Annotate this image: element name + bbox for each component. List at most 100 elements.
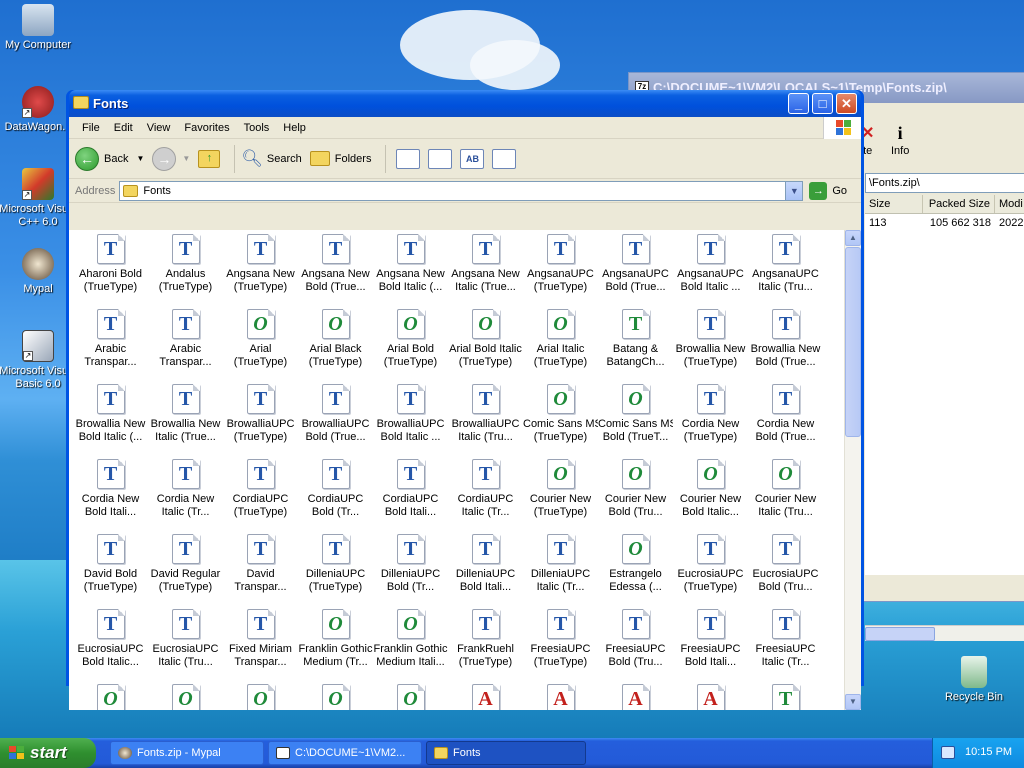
font-item[interactable]: O Franklin Gothic Medium Itali...	[373, 605, 448, 680]
menu-file[interactable]: File	[75, 120, 107, 136]
font-item[interactable]: T Cordia New Italic (Tr...	[148, 455, 223, 530]
zip-file-list[interactable]: Size Packed Size Modi 113 105 662 318 20…	[865, 195, 1024, 575]
font-item[interactable]: T EucrosiaUPC Italic (Tru...	[148, 605, 223, 680]
font-item[interactable]: T Cordia New Bold Itali...	[73, 455, 148, 530]
view-filmstrip-button[interactable]	[396, 148, 421, 169]
font-item[interactable]: T EucrosiaUPC (TrueType)	[673, 530, 748, 605]
font-item[interactable]: O Courier New Italic (Tru...	[748, 455, 823, 530]
font-item[interactable]: T Andalus (TrueType)	[148, 230, 223, 305]
font-item[interactable]: O Arial Bold Italic (TrueType)	[448, 305, 523, 380]
font-item[interactable]: T DilleniaUPC Bold Itali...	[448, 530, 523, 605]
font-item[interactable]: O Arial Bold (TrueType)	[373, 305, 448, 380]
scroll-up-button[interactable]: ▲	[845, 230, 861, 246]
font-item[interactable]: O Courier New (TrueType)	[523, 455, 598, 530]
font-item[interactable]: T Browallia New Italic (True...	[148, 380, 223, 455]
font-item[interactable]: T Angsana New Bold (True...	[298, 230, 373, 305]
zip-address-field[interactable]: \Fonts.zip\	[865, 173, 1024, 193]
search-button[interactable]: 🔍︎ Search	[241, 149, 301, 169]
font-item[interactable]: T Angsana New (TrueType)	[223, 230, 298, 305]
forward-button[interactable]: → ▼	[152, 146, 190, 171]
font-item[interactable]: T FrankRuehl (TrueType)	[448, 605, 523, 680]
font-item[interactable]: T EucrosiaUPC Bold Italic...	[73, 605, 148, 680]
font-item[interactable]: O	[148, 680, 223, 710]
up-folder-button[interactable]: ↑	[198, 149, 221, 168]
taskbar-item-fonts[interactable]: Fonts	[426, 741, 586, 765]
scroll-down-button[interactable]: ▼	[845, 694, 861, 710]
desktop-icon-my-computer[interactable]: My Computer	[0, 4, 78, 52]
font-item[interactable]: T AngsanaUPC Bold (True...	[598, 230, 673, 305]
font-item[interactable]: T Fixed Miriam Transpar...	[223, 605, 298, 680]
font-item[interactable]: T DilleniaUPC Italic (Tr...	[523, 530, 598, 605]
address-field[interactable]: Fonts ▼	[119, 180, 804, 201]
fonts-list[interactable]: T Aharoni Bold (TrueType) T Andalus (TrueType…	[69, 230, 845, 710]
font-item[interactable]: T DilleniaUPC Bold (Tr...	[373, 530, 448, 605]
taskbar-item-mypal[interactable]: Fonts.zip - Mypal	[110, 741, 264, 765]
zip-horizontal-scrollbar[interactable]	[865, 625, 1024, 641]
scroll-thumb[interactable]	[865, 627, 935, 641]
go-button[interactable]: → Go	[809, 181, 847, 200]
font-item[interactable]: A	[448, 680, 523, 710]
font-item[interactable]: T FreesiaUPC Bold Itali...	[673, 605, 748, 680]
font-item[interactable]: O Courier New Bold (Tru...	[598, 455, 673, 530]
zip-list-row[interactable]: 113 105 662 318 2022-	[865, 214, 1024, 232]
font-item[interactable]: T Arabic Transpar...	[148, 305, 223, 380]
view-details-button[interactable]	[492, 148, 517, 169]
vertical-scrollbar[interactable]: ▲ ▼	[844, 230, 861, 710]
font-item[interactable]: O Estrangelo Edessa (...	[598, 530, 673, 605]
font-item[interactable]: T DilleniaUPC (TrueType)	[298, 530, 373, 605]
font-item[interactable]: T FreesiaUPC (TrueType)	[523, 605, 598, 680]
column-packed-size[interactable]: Packed Size	[923, 195, 995, 213]
menu-edit[interactable]: Edit	[107, 120, 140, 136]
start-button[interactable]: start	[0, 738, 96, 768]
column-modified[interactable]: Modi	[995, 195, 1024, 213]
font-item[interactable]: T BrowalliaUPC (TrueType)	[223, 380, 298, 455]
font-item[interactable]: O Franklin Gothic Medium (Tr...	[298, 605, 373, 680]
font-item[interactable]: T Angsana New Italic (True...	[448, 230, 523, 305]
font-item[interactable]: T Cordia New (TrueType)	[673, 380, 748, 455]
font-item[interactable]: T CordiaUPC Bold Itali...	[373, 455, 448, 530]
fonts-window[interactable]: Fonts _ □ ✕ File Edit View Favorites Too…	[66, 90, 864, 710]
font-item[interactable]: T Arabic Transpar...	[73, 305, 148, 380]
font-item[interactable]: O Arial (TrueType)	[223, 305, 298, 380]
title-bar[interactable]: Fonts _ □ ✕	[69, 90, 861, 117]
network-icon[interactable]	[941, 746, 955, 759]
menu-tools[interactable]: Tools	[237, 120, 277, 136]
font-item[interactable]: O Arial Italic (TrueType)	[523, 305, 598, 380]
close-button[interactable]: ✕	[836, 93, 857, 114]
minimize-button[interactable]: _	[788, 93, 809, 114]
menu-view[interactable]: View	[140, 120, 178, 136]
font-item[interactable]: O Arial Black (TrueType)	[298, 305, 373, 380]
font-item[interactable]: A	[523, 680, 598, 710]
font-item[interactable]: T AngsanaUPC Bold Italic ...	[673, 230, 748, 305]
font-item[interactable]: O Courier New Bold Italic...	[673, 455, 748, 530]
font-item[interactable]: T David Regular (TrueType)	[148, 530, 223, 605]
menu-help[interactable]: Help	[276, 120, 313, 136]
font-item[interactable]: O Comic Sans MS (TrueType)	[523, 380, 598, 455]
desktop-icon-recycle-bin[interactable]: Recycle Bin	[934, 656, 1014, 704]
menu-favorites[interactable]: Favorites	[177, 120, 236, 136]
font-item[interactable]: T BrowalliaUPC Bold (True...	[298, 380, 373, 455]
font-item[interactable]: T Cordia New Bold (True...	[748, 380, 823, 455]
font-item[interactable]: O Comic Sans MS Bold (TrueT...	[598, 380, 673, 455]
font-item[interactable]: T CordiaUPC Italic (Tr...	[448, 455, 523, 530]
address-dropdown-button[interactable]: ▼	[785, 181, 803, 200]
font-item[interactable]: O	[73, 680, 148, 710]
font-item[interactable]: T BrowalliaUPC Italic (Tru...	[448, 380, 523, 455]
font-item[interactable]: A	[673, 680, 748, 710]
font-item[interactable]: T	[748, 680, 823, 710]
maximize-button[interactable]: □	[812, 93, 833, 114]
font-item[interactable]: T Aharoni Bold (TrueType)	[73, 230, 148, 305]
font-item[interactable]: T EucrosiaUPC Bold (Tru...	[748, 530, 823, 605]
font-item[interactable]: T AngsanaUPC (TrueType)	[523, 230, 598, 305]
font-item[interactable]: T David Transpar...	[223, 530, 298, 605]
view-large-icons-button[interactable]	[428, 148, 453, 169]
font-item[interactable]: T David Bold (TrueType)	[73, 530, 148, 605]
info-button[interactable]: i Info	[891, 123, 909, 157]
font-item[interactable]: T Angsana New Bold Italic (...	[373, 230, 448, 305]
font-item[interactable]: T Browallia New (TrueType)	[673, 305, 748, 380]
clock[interactable]: 10:15 PM	[965, 746, 1012, 758]
folders-button[interactable]: Folders	[309, 151, 371, 166]
column-size[interactable]: Size	[865, 195, 923, 213]
font-item[interactable]: O	[298, 680, 373, 710]
font-item[interactable]: A	[598, 680, 673, 710]
